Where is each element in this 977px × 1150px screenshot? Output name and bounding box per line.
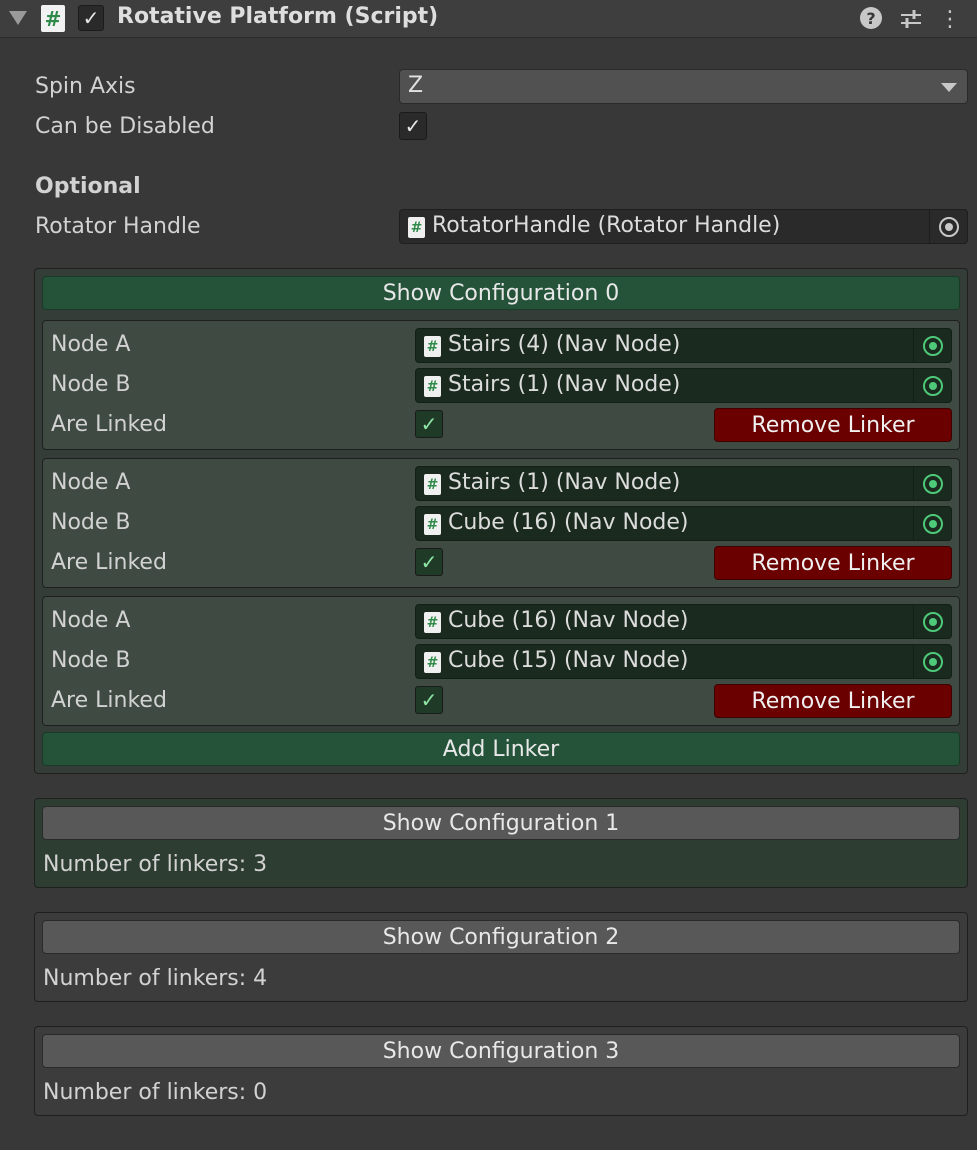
target-icon (922, 335, 943, 356)
object-picker-button[interactable] (913, 645, 951, 678)
script-icon: # (41, 5, 65, 32)
object-picker-button[interactable] (929, 210, 967, 243)
preset-icon[interactable] (898, 6, 924, 32)
script-icon: # (424, 474, 441, 495)
are-linked-checkbox[interactable]: ✓ (415, 410, 443, 438)
node-b-field[interactable]: # Stairs (1) (Nav Node) (415, 368, 952, 403)
show-configuration-0-button[interactable]: Show Configuration 0 (42, 276, 960, 310)
are-linked-label: Are Linked (51, 412, 167, 437)
target-icon (922, 611, 943, 632)
target-icon (938, 216, 959, 237)
node-a-value: Stairs (4) (Nav Node) (448, 332, 681, 357)
can-be-disabled-checkbox[interactable]: ✓ (399, 112, 427, 140)
rotator-handle-field[interactable]: # RotatorHandle (Rotator Handle) (399, 209, 968, 244)
node-b-label: Node B (51, 648, 131, 673)
node-b-field[interactable]: # Cube (16) (Nav Node) (415, 506, 952, 541)
spin-axis-label: Spin Axis (35, 74, 136, 99)
target-icon (922, 473, 943, 494)
script-icon: # (424, 376, 441, 397)
node-a-value: Stairs (1) (Nav Node) (448, 470, 681, 495)
object-picker-button[interactable] (913, 605, 951, 638)
node-a-field[interactable]: # Stairs (4) (Nav Node) (415, 328, 952, 363)
remove-linker-button[interactable]: Remove Linker (714, 546, 952, 580)
node-b-label: Node B (51, 372, 131, 397)
script-icon: # (424, 612, 441, 633)
target-icon (922, 513, 943, 534)
node-a-label: Node A (51, 470, 131, 495)
linker-count-text: Number of linkers: 0 (43, 1080, 268, 1105)
foldout-arrow-icon[interactable] (9, 11, 27, 25)
node-b-value: Cube (16) (Nav Node) (448, 510, 689, 535)
node-b-value: Stairs (1) (Nav Node) (448, 372, 681, 397)
object-picker-button[interactable] (913, 467, 951, 500)
optional-header: Optional (35, 174, 141, 199)
are-linked-label: Are Linked (51, 688, 167, 713)
remove-linker-button[interactable]: Remove Linker (714, 408, 952, 442)
add-linker-button[interactable]: Add Linker (42, 732, 960, 766)
script-icon: # (424, 514, 441, 535)
component-title: Rotative Platform (Script) (117, 4, 439, 29)
node-a-label: Node A (51, 332, 131, 357)
node-b-field[interactable]: # Cube (15) (Nav Node) (415, 644, 952, 679)
node-a-field[interactable]: # Stairs (1) (Nav Node) (415, 466, 952, 501)
are-linked-label: Are Linked (51, 550, 167, 575)
are-linked-checkbox[interactable]: ✓ (415, 686, 443, 714)
spin-axis-value: Z (408, 73, 424, 98)
script-icon: # (408, 217, 425, 238)
rotator-handle-value: RotatorHandle (Rotator Handle) (432, 213, 781, 238)
object-picker-button[interactable] (913, 507, 951, 540)
dropdown-arrow-icon (941, 83, 957, 92)
node-a-value: Cube (16) (Nav Node) (448, 608, 689, 633)
node-b-label: Node B (51, 510, 131, 535)
spin-axis-dropdown[interactable]: Z (399, 69, 968, 104)
script-icon: # (424, 336, 441, 357)
node-a-label: Node A (51, 608, 131, 633)
linker-count-text: Number of linkers: 3 (43, 852, 268, 877)
can-be-disabled-label: Can be Disabled (35, 114, 215, 139)
component-enabled-checkbox[interactable]: ✓ (78, 5, 104, 31)
target-icon (922, 375, 943, 396)
rotator-handle-label: Rotator Handle (35, 214, 201, 239)
target-icon (922, 651, 943, 672)
show-configuration-3-button[interactable]: Show Configuration 3 (42, 1034, 960, 1068)
script-icon: # (424, 652, 441, 673)
node-a-field[interactable]: # Cube (16) (Nav Node) (415, 604, 952, 639)
are-linked-checkbox[interactable]: ✓ (415, 548, 443, 576)
show-configuration-2-button[interactable]: Show Configuration 2 (42, 920, 960, 954)
object-picker-button[interactable] (913, 369, 951, 402)
menu-icon[interactable]: ⋮ (939, 6, 961, 32)
object-picker-button[interactable] (913, 329, 951, 362)
show-configuration-1-button[interactable]: Show Configuration 1 (42, 806, 960, 840)
remove-linker-button[interactable]: Remove Linker (714, 684, 952, 718)
linker-count-text: Number of linkers: 4 (43, 966, 268, 991)
help-icon[interactable]: ? (860, 7, 882, 29)
node-b-value: Cube (15) (Nav Node) (448, 648, 689, 673)
